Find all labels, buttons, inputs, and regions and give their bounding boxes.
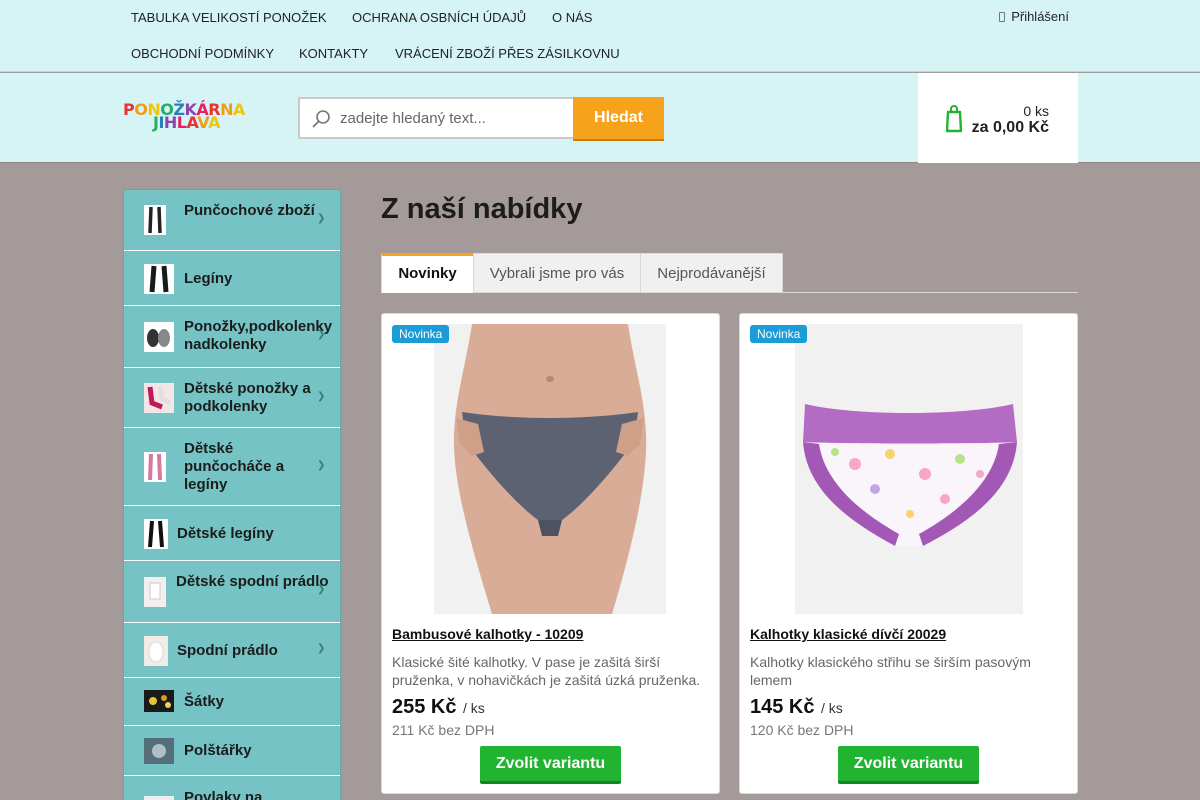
sidebar-item-label: Povlaky na	[184, 789, 263, 800]
user-icon	[999, 12, 1006, 22]
chevron-right-icon: ❯	[317, 329, 326, 340]
bamboo-briefs-photo	[434, 324, 666, 614]
sidebar-item-kids-leggings[interactable]: Dětské legíny	[124, 506, 340, 561]
choose-variant-button[interactable]: Zvolit variantu	[480, 746, 621, 781]
sidebar-item-label: Dětské punčocháče a legíny	[184, 440, 285, 493]
tab-novinky[interactable]: Novinky	[381, 253, 474, 293]
category-sidebar: Punčochové zboží ❯ Legíny Ponožky,podkol…	[123, 189, 341, 800]
price-value: 145 Kč	[750, 696, 815, 718]
chevron-right-icon: ❯	[317, 584, 326, 595]
product-description: Klasické šité kalhotky. V pase je zašitá…	[392, 654, 701, 688]
product-name-link[interactable]: Bambusové kalhotky - 10209	[392, 626, 583, 642]
underwear-thumbnail	[144, 636, 168, 666]
chevron-right-icon: ❯	[317, 391, 326, 402]
site-header: PONOŽKÁRNA JIHLAVA Hledat 0 ks za 0,00 K…	[0, 73, 1200, 163]
login-label: Přihlášení	[1011, 9, 1069, 24]
sidebar-item-socks[interactable]: Ponožky,podkolenky nadkolenky ❯	[124, 306, 340, 368]
nav-link-terms[interactable]: OBCHODNÍ PODMÍNKY	[131, 46, 274, 61]
sidebar-item-label: Dětské spodní prádlo	[176, 573, 329, 590]
kids-socks-thumbnail	[144, 383, 174, 413]
search-input[interactable]	[340, 107, 565, 129]
tab-bestsellers[interactable]: Nejprodávanější	[640, 253, 783, 293]
sidebar-item-kids-tights[interactable]: Dětské punčocháče a legíny ❯	[124, 428, 340, 506]
cart-widget[interactable]: 0 ks za 0,00 Kč	[918, 73, 1078, 163]
scarves-thumbnail	[144, 690, 174, 712]
new-badge: Novinka	[750, 325, 808, 343]
product-description: Kalhotky klasického střihu se širším pas…	[750, 654, 1031, 688]
product-price: 145 Kč / ks	[750, 696, 843, 719]
search-icon	[312, 110, 330, 128]
sidebar-item-label: Punčochové zboží	[184, 202, 315, 219]
login-link[interactable]: Přihlášení	[999, 9, 1069, 24]
product-name-link[interactable]: Kalhotky klasické dívčí 20029	[750, 626, 946, 642]
sidebar-item-label: Dětské legíny	[177, 525, 274, 542]
nav-link-sock-size-table[interactable]: TABULKA VELIKOSTÍ PONOŽEK	[131, 10, 327, 25]
search-button[interactable]: Hledat	[573, 97, 664, 139]
product-price: 255 Kč / ks	[392, 696, 485, 719]
nav-link-about[interactable]: O NÁS	[552, 10, 592, 25]
price-unit: / ks	[820, 700, 843, 716]
tab-recommended[interactable]: Vybrali jsme pro vás	[473, 253, 641, 293]
choose-variant-button[interactable]: Zvolit variantu	[838, 746, 979, 781]
price-value: 255 Kč	[392, 696, 457, 718]
product-card: Novinka Kalhotky klasické dívčí 20029 Ka…	[739, 313, 1078, 794]
sidebar-item-kids-socks[interactable]: Dětské ponožky a podkolenky ❯	[124, 368, 340, 428]
socks-thumbnail	[144, 322, 174, 352]
offer-tabs: Novinky Vybrali jsme pro vás Nejprodávan…	[381, 253, 1078, 293]
price-without-vat: 211 Kč bez DPH	[392, 722, 495, 738]
page-title: Z naší nabídky	[381, 193, 583, 225]
sidebar-item-hosiery[interactable]: Punčochové zboží ❯	[124, 190, 340, 251]
kids-leggings-thumbnail	[144, 519, 168, 549]
sidebar-item-leggings[interactable]: Legíny	[124, 251, 340, 306]
pillows-thumbnail	[144, 738, 174, 764]
cart-total: za 0,00 Kč	[971, 119, 1049, 136]
nav-link-privacy[interactable]: OCHRANA OSBNÍCH ÚDAJŮ	[352, 10, 526, 25]
chevron-right-icon: ❯	[317, 213, 326, 224]
site-logo[interactable]: PONOŽKÁRNA JIHLAVA	[123, 102, 245, 131]
nav-link-contacts[interactable]: KONTAKTY	[299, 46, 368, 61]
new-badge: Novinka	[392, 325, 450, 343]
sidebar-item-covers[interactable]: Povlaky na	[124, 776, 340, 800]
product-image[interactable]	[795, 324, 1023, 614]
sidebar-item-underwear[interactable]: Spodní prádlo ❯	[124, 623, 340, 678]
sidebar-item-kids-underwear[interactable]: Dětské spodní prádlo ❯	[124, 561, 340, 623]
price-unit: / ks	[462, 700, 485, 716]
chevron-right-icon: ❯	[317, 643, 326, 654]
sidebar-item-label: Spodní prádlo	[177, 642, 278, 659]
sidebar-item-label: Polštářky	[184, 742, 252, 759]
kids-underwear-thumbnail	[144, 577, 166, 607]
cart-quantity: 0 ks	[1023, 103, 1049, 119]
sidebar-item-scarves[interactable]: Šátky	[124, 678, 340, 726]
price-without-vat: 120 Kč bez DPH	[750, 722, 854, 738]
chevron-right-icon: ❯	[317, 460, 326, 471]
covers-thumbnail	[144, 796, 174, 800]
nav-link-returns[interactable]: VRÁCENÍ ZBOŽÍ PŘES ZÁSILKOVNU	[395, 46, 620, 61]
kids-tights-thumbnail	[144, 452, 166, 482]
girls-briefs-photo	[795, 324, 1023, 614]
product-image[interactable]	[434, 324, 666, 614]
sidebar-item-label: Legíny	[184, 270, 233, 287]
top-navigation: TABULKA VELIKOSTÍ PONOŽEK OCHRANA OSBNÍC…	[0, 0, 1200, 72]
sidebar-item-pillows[interactable]: Polštářky	[124, 726, 340, 776]
product-card: Novinka Bambusové kalhotky - 10209 Klasi…	[381, 313, 720, 794]
leggings-thumbnail	[144, 264, 174, 294]
hosiery-thumbnail	[144, 205, 166, 235]
shopping-bag-icon	[946, 105, 962, 133]
sidebar-item-label: Šátky	[184, 693, 225, 710]
search-box	[298, 97, 574, 139]
